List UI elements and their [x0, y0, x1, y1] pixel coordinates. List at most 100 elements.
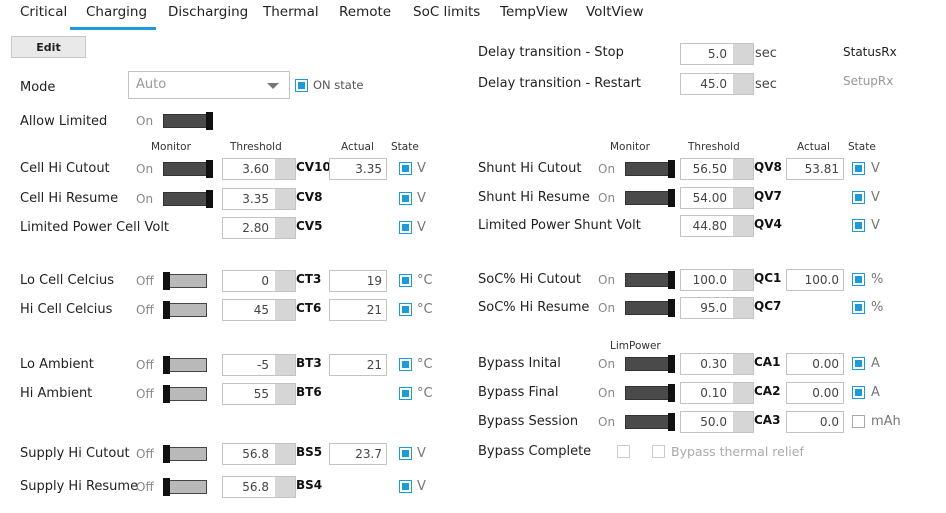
bypass-inital-toggle-state: On: [598, 357, 616, 371]
bypass-inital-state-checkbox[interactable]: [852, 357, 865, 370]
lo-cell-celcius-toggle-state: Off: [136, 274, 154, 288]
limited-power-cell-volt-state-checkbox[interactable]: [399, 221, 412, 234]
delay-stop-input[interactable]: 5.0: [680, 43, 754, 65]
shunt-hi-resume-threshold-input[interactable]: 54.00: [680, 187, 754, 209]
shunt-hi-cutout-threshold-input[interactable]: 56.50: [680, 158, 754, 180]
hi-cell-celcius-toggle[interactable]: [163, 301, 213, 319]
supply-hi-resume-unit: V: [417, 479, 426, 494]
soc-hi-cutout-unit: %: [871, 272, 884, 287]
shunt-hi-cutout-toggle[interactable]: [625, 160, 675, 178]
tab-critical[interactable]: Critical: [20, 4, 67, 20]
cell-hi-resume-toggle-state: On: [136, 192, 154, 206]
limited-power-cell-volt-code: CV5: [296, 219, 323, 233]
soc-hi-cutout-threshold-input[interactable]: 100.0: [680, 269, 754, 291]
lo-cell-celcius-state-checkbox[interactable]: [399, 274, 412, 287]
tab-discharging[interactable]: Discharging: [168, 4, 248, 20]
delay-restart-unit: sec: [755, 77, 777, 92]
cell-hi-resume-unit: V: [417, 191, 426, 206]
supply-hi-cutout-unit: V: [417, 446, 426, 461]
cell-hi-resume-label: Cell Hi Resume: [20, 191, 119, 206]
shunt-hi-resume-toggle[interactable]: [625, 189, 675, 207]
lo-cell-celcius-toggle[interactable]: [163, 272, 213, 290]
hi-ambient-state-checkbox[interactable]: [399, 387, 412, 400]
supply-hi-cutout-state-checkbox[interactable]: [399, 447, 412, 460]
hi-ambient-toggle-state: Off: [136, 387, 154, 401]
bypass-final-threshold-input[interactable]: 0.10: [680, 382, 754, 404]
allow-limited-toggle[interactable]: [163, 112, 213, 130]
supply-hi-resume-threshold-input[interactable]: 56.8: [222, 476, 296, 498]
cell-hi-cutout-unit: V: [417, 161, 426, 176]
shunt-hi-cutout-state-checkbox[interactable]: [852, 162, 865, 175]
soc-hi-cutout-state-checkbox[interactable]: [852, 273, 865, 286]
actual-header-right: Actual: [797, 141, 830, 153]
bypass-complete-label: Bypass Complete: [478, 444, 592, 459]
soc-hi-cutout-toggle-state: On: [598, 273, 616, 287]
soc-hi-resume-state-checkbox[interactable]: [852, 301, 865, 314]
tab-charging[interactable]: Charging: [86, 4, 147, 20]
limited-power-shunt-volt-state-checkbox[interactable]: [852, 219, 865, 232]
limpower-header: LimPower: [610, 340, 661, 352]
tab-voltview[interactable]: VoltView: [586, 4, 644, 20]
mode-select[interactable]: Auto: [128, 71, 290, 99]
supply-hi-resume-state-checkbox[interactable]: [399, 480, 412, 493]
bypass-inital-code: CA1: [754, 355, 781, 369]
bypass-session-toggle[interactable]: [625, 413, 675, 431]
cell-hi-resume-state-checkbox[interactable]: [399, 192, 412, 205]
tab-tempview[interactable]: TempView: [500, 4, 568, 20]
lo-ambient-state-checkbox[interactable]: [399, 358, 412, 371]
soc-hi-resume-toggle[interactable]: [625, 299, 675, 317]
cell-hi-cutout-actual-value: 3.35: [329, 158, 387, 180]
shunt-hi-resume-state-checkbox[interactable]: [852, 191, 865, 204]
hi-ambient-toggle[interactable]: [163, 385, 213, 403]
supply-hi-cutout-label: Supply Hi Cutout: [20, 446, 130, 461]
cell-hi-resume-threshold-input[interactable]: 3.35: [222, 188, 296, 210]
tab-remote[interactable]: Remote: [339, 4, 391, 20]
lo-cell-celcius-threshold-input[interactable]: 0: [222, 270, 296, 292]
state-header-right: State: [848, 141, 876, 153]
supply-hi-cutout-threshold-input[interactable]: 56.8: [222, 443, 296, 465]
bypass-inital-unit: A: [871, 356, 880, 371]
delay-stop-unit: sec: [755, 46, 777, 61]
cell-hi-cutout-threshold-input[interactable]: 3.60: [222, 158, 296, 180]
supply-hi-cutout-toggle[interactable]: [163, 445, 213, 463]
bypass-inital-toggle[interactable]: [625, 355, 675, 373]
supply-hi-resume-code: BS4: [296, 478, 323, 492]
bypass-final-state-checkbox[interactable]: [852, 386, 865, 399]
hi-cell-celcius-threshold-input[interactable]: 45: [222, 299, 296, 321]
hi-cell-celcius-state-checkbox[interactable]: [399, 303, 412, 316]
limited-power-shunt-volt-threshold-input[interactable]: 44.80: [680, 215, 754, 237]
bypass-thermal-relief-checkbox[interactable]: [652, 445, 665, 458]
bypass-inital-actual-value: 0.00: [786, 353, 844, 375]
on-state-checkbox[interactable]: [295, 79, 308, 92]
bypass-session-threshold-input[interactable]: 50.0: [680, 411, 754, 433]
cell-hi-cutout-toggle[interactable]: [163, 160, 213, 178]
bypass-session-toggle-state: On: [598, 415, 616, 429]
hi-ambient-unit: °C: [417, 386, 433, 401]
supply-hi-resume-toggle[interactable]: [163, 478, 213, 496]
supply-hi-resume-toggle-state: Off: [136, 480, 154, 494]
tab-soc-limits[interactable]: SoC limits: [413, 4, 480, 20]
edit-button[interactable]: Edit: [11, 36, 86, 58]
lo-cell-celcius-actual-value: 19: [329, 270, 387, 292]
bypass-inital-threshold-input[interactable]: 0.30: [680, 353, 754, 375]
bypass-session-state-checkbox[interactable]: [852, 415, 865, 428]
bypass-complete-checkbox[interactable]: [617, 445, 630, 458]
cell-hi-cutout-state-checkbox[interactable]: [399, 162, 412, 175]
hi-cell-celcius-actual-value: 21: [329, 299, 387, 321]
lo-ambient-threshold-input[interactable]: -5: [222, 354, 296, 376]
soc-hi-cutout-label: SoC% Hi Cutout: [478, 272, 581, 287]
limited-power-cell-volt-threshold-input[interactable]: 2.80: [222, 217, 296, 239]
supply-hi-resume-label: Supply Hi Resume: [20, 479, 139, 494]
delay-restart-input[interactable]: 45.0: [680, 73, 754, 95]
delay-restart-label: Delay transition - Restart: [478, 76, 642, 91]
lo-cell-celcius-unit: °C: [417, 273, 433, 288]
lo-ambient-toggle[interactable]: [163, 356, 213, 374]
bypass-final-toggle[interactable]: [625, 384, 675, 402]
tab-thermal[interactable]: Thermal: [263, 4, 319, 20]
bypass-inital-label: Bypass Inital: [478, 356, 561, 371]
cell-hi-resume-toggle[interactable]: [163, 190, 213, 208]
cell-hi-resume-code: CV8: [296, 190, 323, 204]
soc-hi-cutout-toggle[interactable]: [625, 271, 675, 289]
soc-hi-resume-threshold-input[interactable]: 95.0: [680, 297, 754, 319]
hi-ambient-threshold-input[interactable]: 55: [222, 383, 296, 405]
